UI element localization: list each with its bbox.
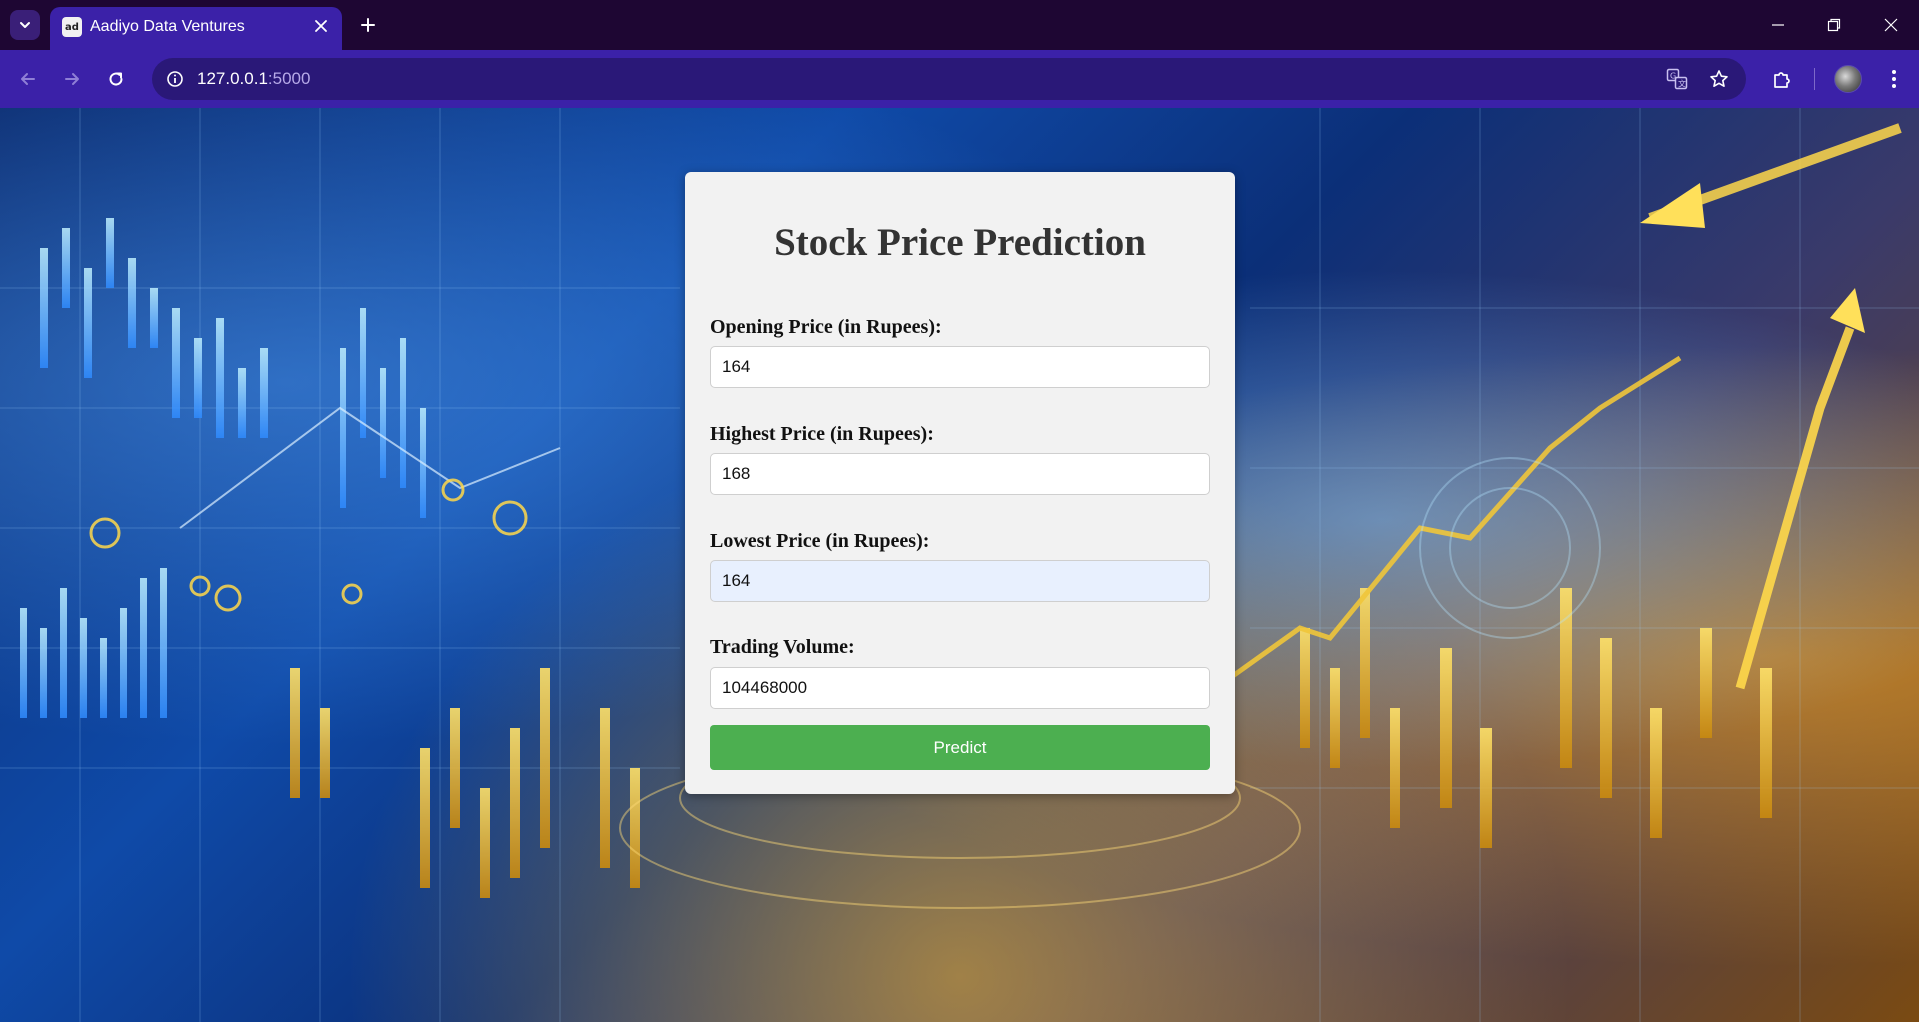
- puzzle-icon: [1774, 72, 1790, 88]
- translate-button[interactable]: G文: [1662, 64, 1692, 94]
- close-icon: [315, 20, 327, 32]
- restore-icon: [1827, 18, 1841, 32]
- svg-text:文: 文: [1678, 79, 1686, 89]
- address-bar[interactable]: 127.0.0.1:5000 G文: [152, 58, 1746, 100]
- browser-toolbar: 127.0.0.1:5000 G文: [0, 50, 1919, 108]
- lowest-price-label: Lowest Price (in Rupees):: [710, 530, 930, 552]
- browser-menu-button[interactable]: [1878, 63, 1910, 95]
- chevron-down-icon: [20, 22, 30, 28]
- arrow-left-icon: [21, 73, 35, 85]
- profile-avatar[interactable]: [1834, 65, 1862, 93]
- lowest-price-input[interactable]: [710, 560, 1210, 602]
- page-title: Stock Price Prediction: [774, 221, 1146, 264]
- trading-volume-input[interactable]: [710, 667, 1210, 709]
- minimize-button[interactable]: [1758, 10, 1798, 40]
- tab-title: Aadiyo Data Ventures: [90, 18, 245, 35]
- arrow-right-icon: [65, 73, 79, 85]
- tab-search-button[interactable]: [10, 10, 40, 40]
- opening-price-label: Opening Price (in Rupees):: [710, 316, 942, 338]
- url-port: :5000: [267, 69, 311, 88]
- site-info-button[interactable]: [160, 64, 190, 94]
- trading-volume-label: Trading Volume:: [710, 636, 855, 658]
- close-window-button[interactable]: [1871, 10, 1911, 40]
- close-icon: [1884, 18, 1898, 32]
- restore-button[interactable]: [1814, 10, 1854, 40]
- bookmark-button[interactable]: [1704, 64, 1734, 94]
- predict-button[interactable]: Predict: [710, 725, 1210, 770]
- back-button[interactable]: [12, 63, 44, 95]
- page-viewport: Stock Price Prediction Opening Price (in…: [0, 108, 1919, 1022]
- prediction-form-card: Stock Price Prediction Opening Price (in…: [685, 172, 1235, 794]
- extensions-button[interactable]: [1766, 63, 1798, 95]
- translate-icon: G文: [1666, 68, 1688, 90]
- opening-price-input[interactable]: [710, 346, 1210, 388]
- info-icon: [167, 71, 183, 87]
- star-icon: [1710, 70, 1728, 87]
- reload-icon: [109, 72, 123, 86]
- kebab-menu-icon: [1892, 70, 1896, 88]
- url-text: 127.0.0.1:5000: [197, 69, 310, 89]
- reload-button[interactable]: [100, 63, 132, 95]
- highest-price-label: Highest Price (in Rupees):: [710, 423, 934, 445]
- forward-button[interactable]: [56, 63, 88, 95]
- new-tab-button[interactable]: [354, 11, 382, 39]
- toolbar-divider: [1814, 68, 1815, 90]
- tab-favicon: ad: [62, 17, 82, 37]
- active-tab[interactable]: ad Aadiyo Data Ventures: [50, 7, 342, 50]
- tab-close-button[interactable]: [310, 15, 332, 37]
- plus-icon: [361, 18, 375, 32]
- highest-price-input[interactable]: [710, 453, 1210, 495]
- tab-strip: ad Aadiyo Data Ventures: [0, 0, 1919, 50]
- url-host: 127.0.0.1: [197, 69, 268, 88]
- minimize-icon: [1772, 24, 1784, 26]
